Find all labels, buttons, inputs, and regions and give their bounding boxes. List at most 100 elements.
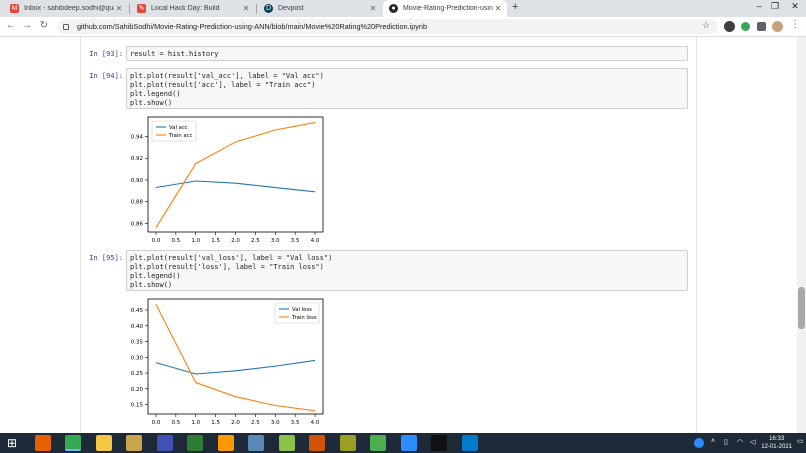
forward-icon[interactable]: →	[21, 20, 33, 31]
tab-divider	[256, 4, 257, 14]
matlab-icon[interactable]	[309, 435, 325, 451]
x-tick-label: 4.0	[311, 420, 320, 426]
x-tick-label: 0.5	[171, 420, 180, 426]
firefox-icon[interactable]	[34, 435, 51, 451]
x-tick-label: 0.0	[152, 238, 161, 243]
tab-strip: M Inbox - sahibdeep.sodhi@quantiph ✕ ✎ L…	[0, 0, 806, 17]
code-line: plt.show()	[130, 99, 173, 107]
reload-icon[interactable]: ↻	[38, 20, 50, 31]
close-icon[interactable]: ✕	[493, 4, 503, 13]
system-clock[interactable]: 16:33 12-01-2021	[761, 435, 792, 451]
devpost-icon: D	[264, 4, 273, 13]
code-cell[interactable]: result = hist.history	[126, 46, 688, 61]
sublime-icon[interactable]	[217, 435, 234, 451]
tab-github[interactable]: ● Movie-Rating-Prediction-using-AN ✕	[383, 0, 507, 17]
clock-time: 16:33	[769, 436, 785, 442]
avatar[interactable]	[772, 21, 783, 32]
pen-icon[interactable]	[339, 435, 356, 451]
close-icon[interactable]: ✕	[241, 4, 251, 13]
utorrent-icon[interactable]	[370, 435, 386, 451]
notebook-page: In [93]: result = hist.history In [94]: …	[0, 37, 806, 433]
y-tick-label: 0.25	[131, 371, 144, 377]
dev-icon[interactable]	[156, 435, 173, 451]
x-tick-label: 2.0	[231, 420, 240, 426]
code-cell[interactable]: plt.plot(result['val_acc'], label = "Val…	[126, 68, 688, 109]
start-icon[interactable]: ⊞	[4, 435, 20, 451]
tab-divider	[129, 4, 130, 14]
menu-kebab-icon[interactable]: ⋮	[789, 19, 801, 30]
y-tick-label: 0.90	[131, 178, 144, 184]
window-close-icon[interactable]: ✕	[788, 1, 802, 12]
file-explorer-icon[interactable]	[95, 435, 112, 451]
x-tick-label: 3.5	[291, 238, 300, 243]
y-tick-label: 0.92	[131, 156, 143, 162]
tab-title: Inbox - sahibdeep.sodhi@quantiph	[24, 5, 114, 12]
url-text[interactable]: github.com/SahibSodhi/Movie-Rating-Predi…	[77, 22, 427, 31]
loss-plot: 0.0 0.5 1.0 1.5 2.0 2.5 3.0 3.5 4.0 0.15 0.20 0.25 0…	[118, 295, 338, 429]
x-tick-label: 1.0	[191, 420, 200, 426]
cell-prompt: In [93]:	[89, 50, 123, 58]
wifi-icon[interactable]: ◠	[737, 438, 743, 446]
x-tick-label: 3.5	[291, 420, 300, 426]
help-icon[interactable]	[694, 438, 704, 448]
x-tick-label: 1.5	[211, 238, 220, 243]
code-line: plt.legend()	[130, 272, 181, 280]
photos-icon[interactable]	[126, 435, 142, 451]
x-tick-label: 3.0	[271, 420, 280, 426]
taskbar: ⊞ ˄ ▯ ◠ ◁ 16:33 12-01-2021 ▭	[0, 433, 806, 453]
x-tick-label: 2.0	[231, 238, 240, 243]
chrome-icon[interactable]	[65, 435, 81, 451]
scrollbar[interactable]	[797, 37, 806, 433]
tab-local-hack-day[interactable]: ✎ Local Hack Day: Build ✕	[131, 0, 255, 17]
notification-icon[interactable]: ▭	[797, 437, 804, 445]
accuracy-plot: 0.0 0.5 1.0 1.5 2.0 2.5 3.0 3.5 4.0 0.86 0.88 0.90 0…	[118, 113, 338, 245]
x-tick-label: 3.0	[271, 238, 280, 243]
gmail-icon: M	[10, 4, 19, 13]
cell-prompt: In [94]:	[89, 72, 123, 80]
maximize-icon[interactable]: ❐	[768, 1, 782, 12]
x-tick-label: 1.5	[211, 420, 220, 426]
code-line: plt.show()	[130, 281, 173, 289]
x-tick-label: 0.0	[152, 420, 161, 426]
sheets-icon[interactable]	[187, 435, 203, 451]
lock-icon[interactable]	[63, 23, 69, 30]
scrollbar-thumb[interactable]	[798, 287, 805, 329]
y-tick-label: 0.20	[131, 387, 144, 393]
legend-label: Val loss	[292, 307, 312, 313]
virtualbox-icon[interactable]	[248, 435, 264, 451]
volume-icon[interactable]: ◁	[750, 438, 755, 446]
extension-icon[interactable]	[724, 21, 735, 32]
bookmark-star-icon[interactable]: ☆	[702, 20, 710, 31]
zoom-icon[interactable]	[400, 435, 417, 451]
loss-chart: 0.0 0.5 1.0 1.5 2.0 2.5 3.0 3.5 4.0 0.15 0.20 0.25 0…	[131, 298, 324, 426]
tab-title: Movie-Rating-Prediction-using-AN	[403, 5, 493, 12]
y-tick-label: 0.30	[131, 355, 144, 361]
code-line: plt.legend()	[130, 90, 181, 98]
tab-devpost[interactable]: D Devpost ✕	[258, 0, 382, 17]
puzzle-icon[interactable]	[757, 22, 766, 31]
close-icon[interactable]: ✕	[114, 4, 124, 13]
y-tick-label: 0.86	[131, 221, 144, 227]
minimize-icon[interactable]: –	[752, 1, 766, 11]
new-tab-button[interactable]: +	[512, 1, 518, 13]
legend-label: Train loss	[291, 315, 317, 321]
code-line: result = hist.history	[130, 50, 219, 58]
network-icon[interactable]: ▯	[724, 438, 728, 446]
code-cell[interactable]: plt.plot(result['val_loss'], label = "Va…	[126, 250, 688, 291]
y-tick-label: 0.88	[131, 200, 144, 206]
omnibox[interactable]: github.com/SahibSodhi/Movie-Rating-Predi…	[57, 19, 718, 34]
colour-grid-icon[interactable]	[278, 435, 295, 451]
close-icon[interactable]: ✕	[368, 4, 378, 13]
grammarly-icon[interactable]	[741, 22, 750, 31]
tab-title: Local Hack Day: Build	[151, 5, 220, 12]
accuracy-chart: 0.0 0.5 1.0 1.5 2.0 2.5 3.0 3.5 4.0 0.86 0.88 0.90 0…	[131, 116, 324, 244]
back-icon[interactable]: ←	[5, 20, 17, 31]
mlh-icon: ✎	[137, 4, 146, 13]
terminal-icon[interactable]	[431, 435, 447, 451]
code-line: plt.plot(result['loss'], label = "Train …	[130, 263, 324, 271]
y-tick-label: 0.15	[131, 403, 144, 409]
vscode-icon[interactable]	[461, 435, 478, 451]
code-line: plt.plot(result['val_acc'], label = "Val…	[130, 72, 324, 80]
tab-gmail[interactable]: M Inbox - sahibdeep.sodhi@quantiph ✕	[4, 0, 128, 17]
chevron-up-icon[interactable]: ˄	[711, 438, 715, 445]
